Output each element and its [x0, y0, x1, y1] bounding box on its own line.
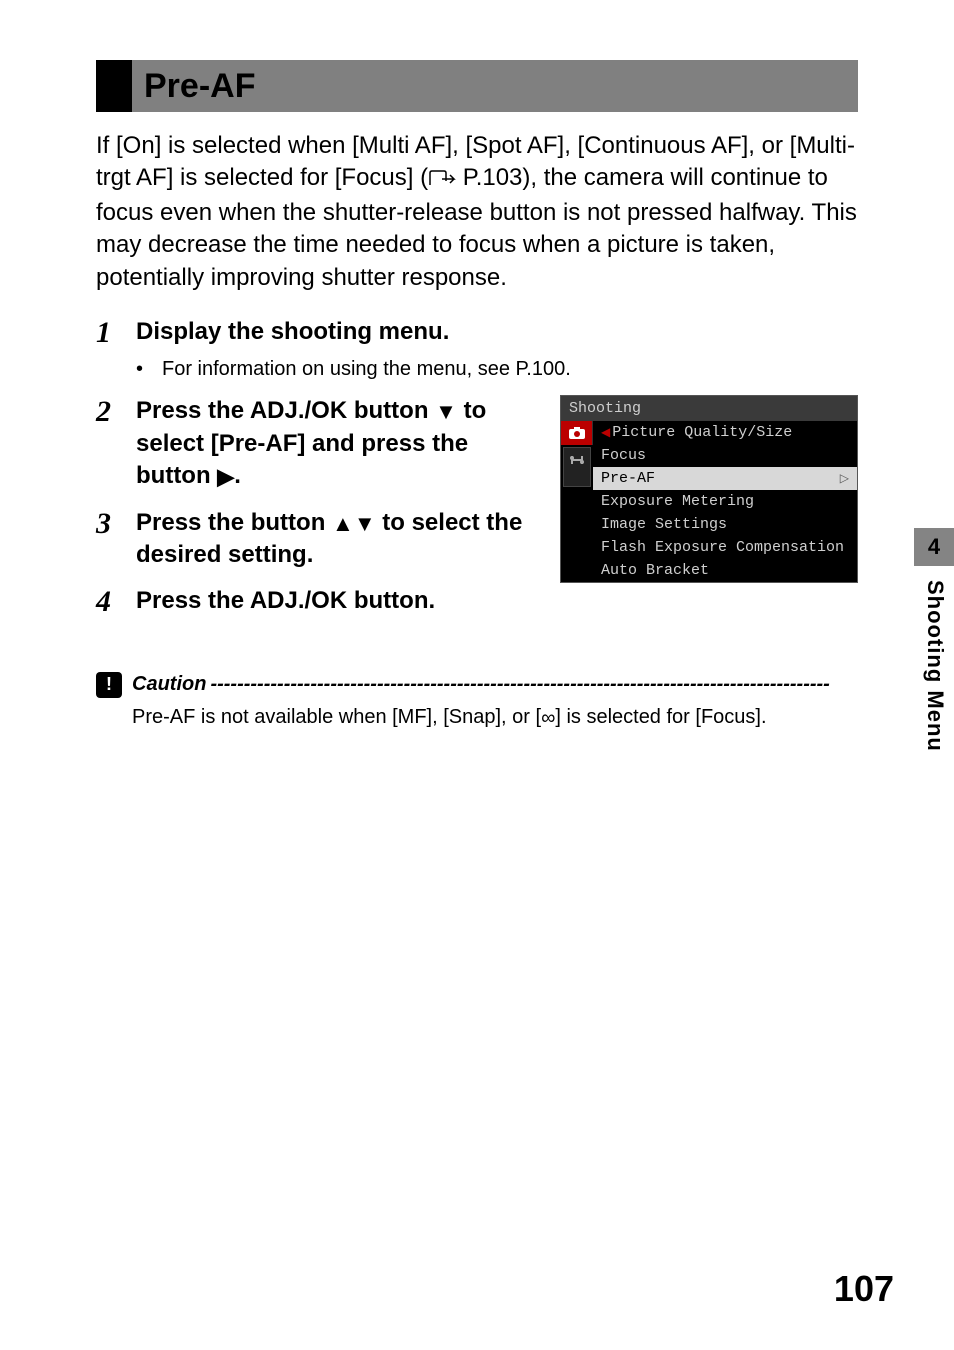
right-arrow-icon: ▶	[217, 466, 234, 488]
up-arrow-icon: ▲	[332, 513, 354, 535]
step-sub-text: For information on using the menu, see P…	[162, 358, 571, 381]
step-number: 3	[96, 507, 136, 539]
lcd-item: Exposure Metering	[593, 490, 857, 513]
infinity-icon: ∞	[541, 707, 555, 730]
step-text: Press the ADJ./OK button	[136, 397, 435, 424]
step-2: 2 Press the ADJ./OK button ▼ to select […	[96, 395, 540, 492]
caution-block: ! Caution ------------------------------…	[96, 672, 858, 730]
camera-lcd-screenshot: Shooting ◀Picture Quality/Size Focus Pre…	[560, 395, 858, 583]
steps-list: 1 Display the shooting menu. • For infor…	[96, 316, 858, 632]
caution-text: Pre-AF is not available when [MF], [Snap…	[132, 706, 858, 730]
caution-icon: !	[96, 672, 122, 698]
caution-text-a: Pre-AF is not available when [MF], [Snap…	[132, 706, 541, 728]
steps-with-screen: 2 Press the ADJ./OK button ▼ to select […	[96, 395, 858, 631]
lcd-item: Flash Exposure Compensation	[593, 536, 857, 559]
lcd-title: Shooting	[561, 396, 857, 421]
lcd-item-label: Image Settings	[601, 516, 727, 533]
lcd-item-label: Picture Quality/Size	[612, 424, 792, 441]
section-title: Pre-AF	[144, 67, 255, 106]
caution-label: Caution	[132, 673, 206, 696]
step-title: Press the button ▲▼ to select the desire…	[136, 507, 540, 572]
lcd-item-label: Exposure Metering	[601, 493, 754, 510]
camera-tab-icon	[561, 421, 593, 445]
bullet-icon: •	[136, 358, 162, 381]
step-sub: • For information on using the menu, see…	[136, 358, 858, 381]
lcd: Shooting ◀Picture Quality/Size Focus Pre…	[560, 395, 858, 583]
lcd-tab-column	[561, 421, 593, 582]
lcd-item: ◀Picture Quality/Size	[593, 421, 857, 444]
step-text: Press the button	[136, 509, 332, 536]
reference-icon	[428, 164, 456, 196]
lcd-item-label: Flash Exposure Compensation	[601, 539, 844, 556]
step-title: Display the shooting menu.	[136, 316, 858, 348]
step-title: Press the ADJ./OK button.	[136, 585, 540, 617]
heading-accent	[96, 60, 132, 112]
left-triangle-icon: ◀	[601, 425, 610, 440]
step-number: 1	[96, 316, 136, 348]
caution-heading: ! Caution ------------------------------…	[96, 672, 858, 698]
right-triangle-icon: ▷	[840, 471, 849, 486]
lcd-item: Auto Bracket	[593, 559, 857, 582]
section-heading-bar: Pre-AF	[96, 60, 858, 112]
lcd-item: Image Settings	[593, 513, 857, 536]
page-number: 107	[834, 1268, 894, 1310]
lcd-item-selected: Pre-AF ▷	[593, 467, 857, 490]
caution-text-b: ] is selected for [Focus].	[555, 706, 766, 728]
step-text: .	[234, 462, 241, 489]
step-number: 4	[96, 585, 136, 617]
lcd-item-label: Pre-AF	[601, 470, 655, 487]
lcd-item-label: Auto Bracket	[601, 562, 709, 579]
lcd-item-label: Focus	[601, 447, 646, 464]
setup-tab-icon	[563, 447, 591, 487]
down-arrow-icon: ▼	[435, 401, 457, 423]
side-tab: 4 Shooting Menu	[914, 528, 954, 752]
step-4: 4 Press the ADJ./OK button.	[96, 585, 540, 617]
step-number: 2	[96, 395, 136, 427]
intro-ref: P.103	[463, 164, 523, 191]
down-arrow-icon: ▼	[354, 513, 376, 535]
page: Pre-AF If [On] is selected when [Multi A…	[0, 0, 954, 1350]
step-title: Press the ADJ./OK button ▼ to select [Pr…	[136, 395, 540, 492]
lcd-item: Focus	[593, 444, 857, 467]
chapter-label: Shooting Menu	[914, 566, 954, 752]
lcd-menu-list: ◀Picture Quality/Size Focus Pre-AF ▷ Expo…	[593, 421, 857, 582]
caution-rule: ----------------------------------------…	[210, 673, 858, 696]
intro-paragraph: If [On] is selected when [Multi AF], [Sp…	[96, 130, 858, 294]
chapter-number: 4	[914, 528, 954, 566]
step-3: 3 Press the button ▲▼ to select the desi…	[96, 507, 540, 572]
step-1: 1 Display the shooting menu. • For infor…	[96, 316, 858, 381]
